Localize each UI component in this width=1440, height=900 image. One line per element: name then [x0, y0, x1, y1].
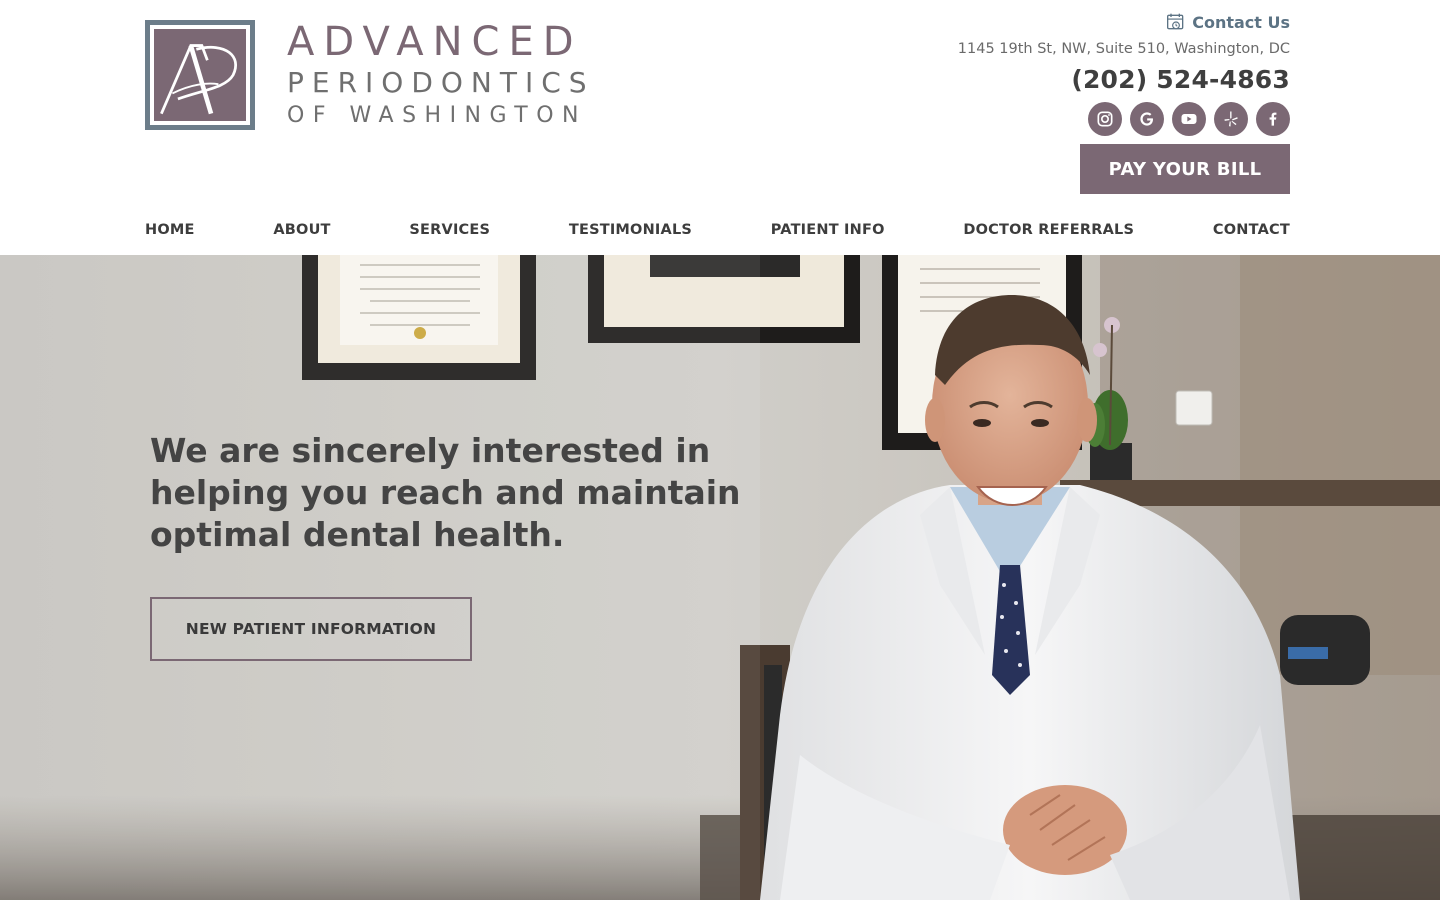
hero-heading: We are sincerely interested in helping y… — [150, 431, 741, 554]
site-logo[interactable]: ADVANCED PERIODONTICS OF WASHINGTON — [145, 20, 595, 130]
logo-line-advanced: ADVANCED — [287, 19, 583, 65]
logo-mark — [145, 20, 255, 130]
site-header: ADVANCED PERIODONTICS OF WASHINGTON Cont… — [0, 0, 1440, 255]
nav-item-services[interactable]: SERVICES — [409, 222, 490, 238]
practice-phone[interactable]: (202) 524-4863 — [958, 63, 1290, 97]
facebook-link[interactable] — [1256, 102, 1290, 136]
practice-address: 1145 19th St, NW, Suite 510, Washington,… — [957, 41, 1290, 57]
header-contact: Contact Us 1145 19th St, NW, Suite 510, … — [958, 8, 1290, 136]
google-icon — [1140, 112, 1153, 126]
yelp-icon — [1224, 111, 1238, 127]
calendar-clock-icon — [1167, 13, 1184, 30]
facebook-icon — [1269, 112, 1277, 126]
logo-line-periodontics: PERIODONTICS — [287, 66, 595, 99]
youtube-icon — [1181, 114, 1197, 124]
logo-wordmark: ADVANCED PERIODONTICS OF WASHINGTON — [287, 20, 595, 130]
yelp-link[interactable] — [1214, 102, 1248, 136]
logo-line-of-washington: OF WASHINGTON — [287, 103, 587, 128]
nav-item-about[interactable]: ABOUT — [273, 222, 330, 238]
hero-photo — [0, 255, 1440, 900]
nav-item-home[interactable]: HOME — [145, 222, 195, 238]
logo-ap-monogram-icon — [160, 44, 237, 115]
youtube-link[interactable] — [1172, 102, 1206, 136]
pay-your-bill-button[interactable]: PAY YOUR BILL — [1080, 144, 1290, 194]
instagram-link[interactable] — [1088, 102, 1122, 136]
new-patient-information-button[interactable]: NEW PATIENT INFORMATION — [150, 597, 472, 661]
nav-item-contact[interactable]: CONTACT — [1213, 222, 1290, 238]
nav-item-testimonials[interactable]: TESTIMONIALS — [569, 222, 692, 238]
social-links — [958, 102, 1290, 136]
contact-us-link[interactable]: Contact Us — [1166, 8, 1290, 36]
contact-us-label: Contact Us — [1192, 12, 1290, 32]
main-nav: HOME ABOUT SERVICES TESTIMONIALS PATIENT… — [145, 212, 1290, 248]
instagram-icon — [1097, 111, 1113, 127]
hero-section: We are sincerely interested in helping y… — [0, 255, 1440, 900]
google-link[interactable] — [1130, 102, 1164, 136]
nav-item-patient-info[interactable]: PATIENT INFO — [771, 222, 885, 238]
nav-item-doctor-referrals[interactable]: DOCTOR REFERRALS — [963, 222, 1134, 238]
